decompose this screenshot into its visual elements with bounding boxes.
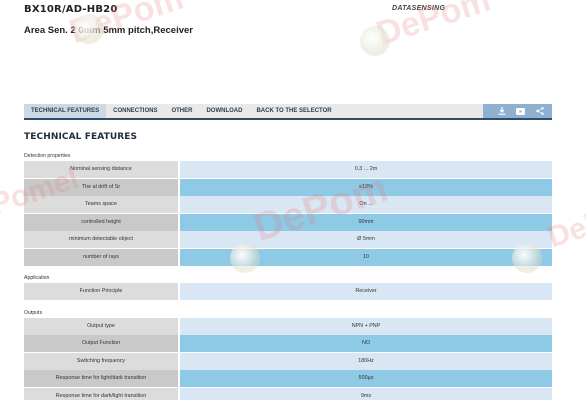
product-description: Area Sen. 2 0mm 5mm pitch,Receiver [24,25,193,36]
table-row: The al drift of Sr ≤10% [24,178,552,196]
row-value: 90mm [180,213,552,231]
row-value: On ... [180,196,552,213]
row-label: minimum detectable object [24,231,180,248]
brand-logo: DATASENSING [392,5,446,12]
row-value: ≤10% [180,178,552,196]
group-label-detection: Detection properties [24,153,71,159]
row-value: 9ms [180,387,552,400]
row-label: Response time for dark/light transition [24,387,180,400]
row-value: 500µs [180,370,552,387]
row-value: NPN + PNP [180,317,552,335]
tab-bar: TECHNICAL FEATURES CONNECTIONS OTHER DOW… [24,104,552,120]
product-code: BX10R/AD-HB20 [24,4,118,15]
table-row: Output Function NO [24,335,552,352]
table-row: Nominal sensing distance 0,3 ... 2m [24,161,552,178]
group-label-application: Application [24,275,50,281]
row-label: Function Principle [24,283,180,300]
share-icon[interactable] [533,104,546,118]
table-row: Response time for dark/light transition … [24,387,552,400]
tab-icon-group [483,104,552,118]
tab-other[interactable]: OTHER [164,104,199,118]
tab-connections[interactable]: CONNECTIONS [106,104,164,118]
row-value: Receiver [180,283,552,300]
table-row: Output type NPN + PNP [24,317,552,335]
row-label: The al drift of Sr [24,178,180,196]
table-row: number of rays 10 [24,248,552,266]
table-row: Teams space On ... [24,196,552,213]
video-icon[interactable] [514,104,527,118]
row-label: Nominal sensing distance [24,161,180,178]
tab-download[interactable]: DOWNLOAD [199,104,249,118]
section-title: TECHNICAL FEATURES [24,132,138,142]
row-label: Teams space [24,196,180,213]
row-value: NO [180,335,552,352]
table-row: Response time for light/dark transition … [24,370,552,387]
table-row: minimum detectable object Ø 5mm [24,231,552,248]
row-value: Ø 5mm [180,231,552,248]
product-header: BX10R/AD-HB20 DATASENSING Area Sen. 2 0m… [24,4,564,44]
download-icon[interactable] [495,104,508,118]
row-label: Output type [24,317,180,335]
row-label: Response time for light/dark transition [24,370,180,387]
group-label-outputs: Outputs [24,309,43,316]
row-value: 10 [180,248,552,266]
row-value: 0,3 ... 2m [180,161,552,178]
tab-back-to-selector[interactable]: BACK TO THE SELECTOR [249,104,338,118]
tab-technical-features[interactable]: TECHNICAL FEATURES [24,104,107,118]
row-value: 180Hz [180,352,552,370]
table-row: Switching frequency 180Hz [24,352,552,370]
features-table: Detection properties Nominal sensing dis… [24,152,552,400]
table-row: controlled height 90mm [24,213,552,231]
row-label: controlled height [24,213,180,231]
row-label: number of rays [24,248,180,266]
row-label: Switching frequency [24,352,180,370]
row-label: Output Function [24,335,180,352]
table-row: Function Principle Receiver [24,283,552,300]
